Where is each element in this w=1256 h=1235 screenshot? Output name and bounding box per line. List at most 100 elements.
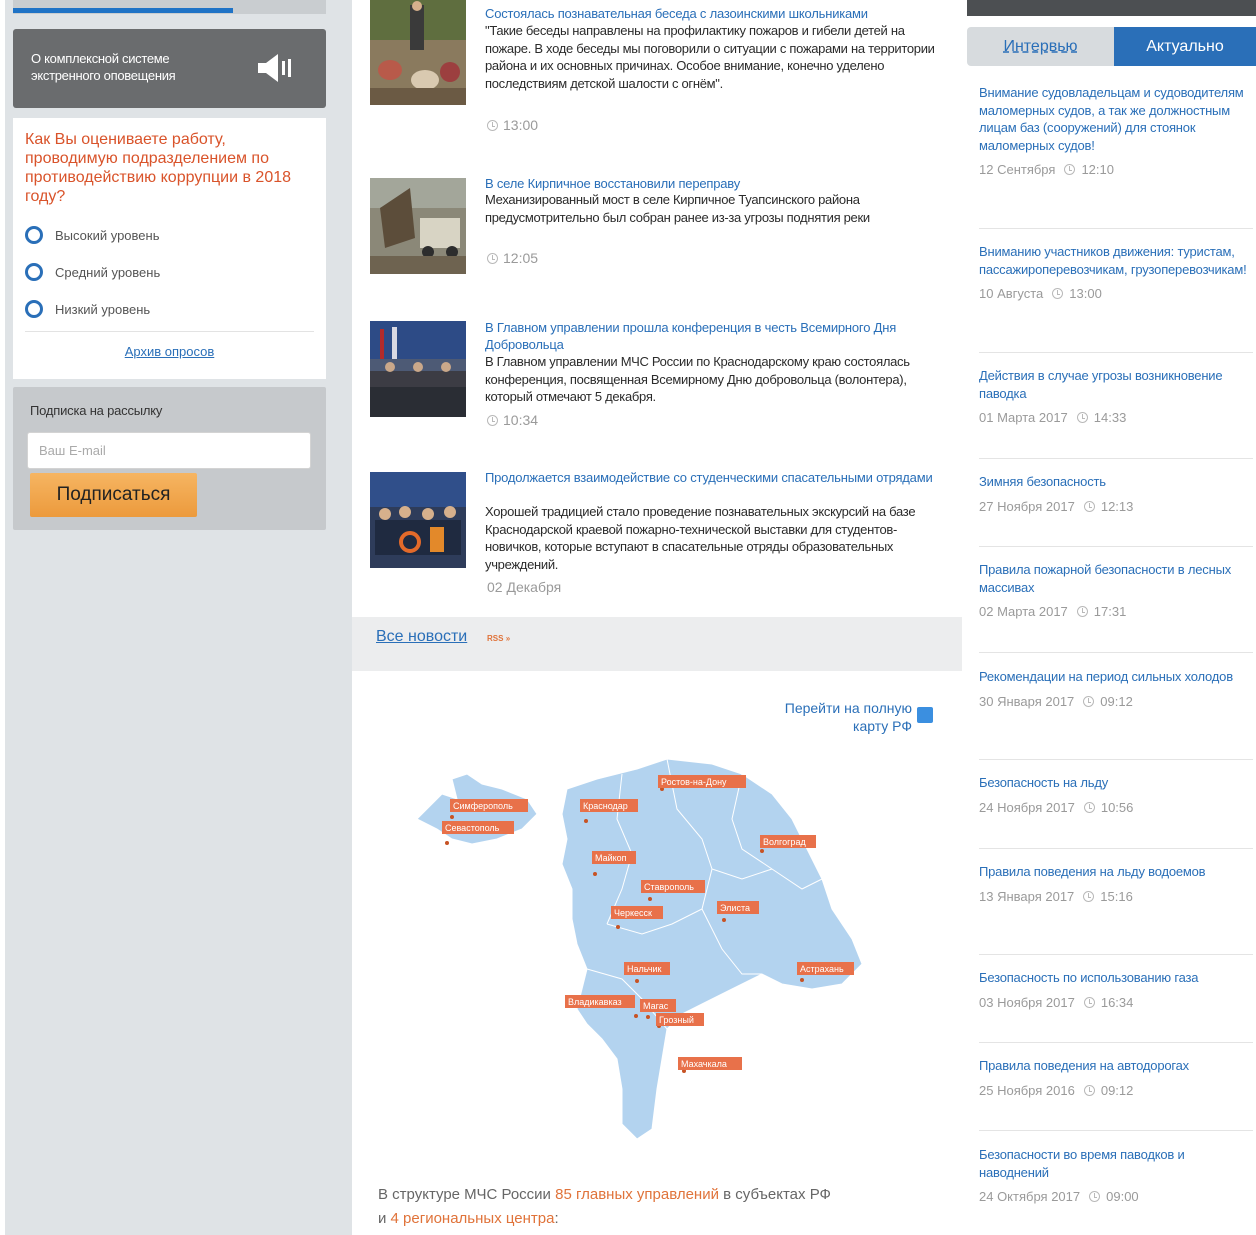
clock-icon (487, 252, 498, 264)
news-title[interactable]: Продолжается взаимодействие со студенчес… (485, 469, 947, 486)
external-link-icon[interactable] (917, 707, 933, 723)
clock-icon (1052, 288, 1064, 299)
rss-label: RSS (487, 634, 504, 643)
actual-item-title[interactable]: Правила поведения на льду водоемов (979, 863, 1249, 881)
truck-bridge-photo-image (370, 178, 466, 274)
news-title[interactable]: Состоялась познавательная беседа с лазои… (485, 5, 947, 22)
date-value: 13 Января 2017 (979, 888, 1075, 904)
time-value: 15:16 (1100, 888, 1133, 904)
actual-item-title[interactable]: Рекомендации на период сильных холодов (979, 668, 1249, 686)
actual-item-date: 24 Октября 2017 09:00 (979, 1189, 1249, 1204)
city-label: Краснодар (583, 801, 628, 811)
actual-item-title[interactable]: Внимание судовладельцам и судоводителям … (979, 84, 1249, 154)
city-label: Махачкала (681, 1059, 727, 1069)
radio-button-icon[interactable] (25, 263, 43, 281)
date-value: 24 Ноября 2017 (979, 799, 1075, 815)
city-label: Черкесск (614, 908, 652, 918)
date-value: 12 Сентября (979, 162, 1056, 177)
news-title[interactable]: В селе Кирпичное восстановили переправу (485, 175, 947, 192)
news-text: Хорошей традицией стало проведение позна… (485, 504, 916, 572)
city-label: Симферополь (453, 801, 513, 811)
time-value: 09:00 (1106, 1189, 1139, 1204)
divider (979, 228, 1253, 229)
city-label: Майкоп (595, 853, 627, 863)
banner-strip[interactable] (13, 0, 326, 14)
actual-item: Безопасность на льду 24 Ноября 2017 10:56 (979, 774, 1249, 815)
time-value: 09:12 (1100, 1082, 1134, 1098)
clock-icon (1089, 1191, 1101, 1202)
city-label: Астрахань (800, 964, 844, 974)
news-thumbnail[interactable] (370, 178, 466, 274)
poll-option-high[interactable]: Высокий уровень (25, 225, 159, 245)
city-makhachkala: Махачкала (678, 1057, 742, 1073)
city-label: Волгоград (763, 837, 806, 847)
divider (979, 848, 1253, 849)
date-value: 10 Августа (979, 286, 1044, 301)
poll-option-medium[interactable]: Средний уровень (25, 262, 160, 282)
clock-icon (1083, 801, 1095, 813)
news-time-value: 12:05 (503, 250, 539, 266)
full-map-link[interactable]: Перейти на полную карту РФ (752, 699, 912, 735)
banner-strip-accent (13, 8, 233, 13)
time-value: 17:31 (1093, 604, 1127, 619)
tab-interview[interactable]: Интервью (967, 27, 1114, 66)
map-panel: Перейти на полную карту РФ Симферополь С… (352, 671, 962, 1235)
news-time: 10:34 (487, 412, 538, 428)
classroom-photo-image (370, 0, 466, 105)
poll-question: Как Вы оцениваете работу, проводимую под… (25, 131, 292, 205)
news-thumbnail[interactable] (370, 321, 466, 417)
date-value: 03 Ноября 2017 (979, 994, 1075, 1010)
actual-item: Вниманию участников движения: туристам, … (979, 243, 1249, 301)
city-grozny: Грозный (656, 1013, 704, 1028)
actual-item-title[interactable]: Правила пожарной безопасности в лесных м… (979, 561, 1249, 596)
emergency-alert-banner[interactable]: О комплексной системе экстренного оповещ… (13, 29, 326, 108)
news-thumbnail[interactable] (370, 0, 466, 105)
poll-option-label: Средний уровень (55, 264, 161, 280)
news-time: 12:05 (487, 250, 538, 266)
rss-link[interactable]: RSS » (487, 634, 510, 643)
actual-item-title[interactable]: Действия в случае угрозы возникновение п… (979, 367, 1249, 402)
all-news-link[interactable]: Все новости (376, 628, 467, 646)
actual-item-date: 03 Ноября 2017 16:34 (979, 995, 1249, 1010)
subscribe-button[interactable]: Подписаться (30, 473, 197, 517)
clock-icon (1083, 1084, 1095, 1096)
poll-option-label: Низкий уровень (55, 301, 151, 317)
news-text: "Такие беседы направлены на профилактику… (485, 23, 935, 91)
actual-item-title[interactable]: Правила поведения на автодорогах (979, 1057, 1249, 1075)
actual-item-title[interactable]: Зимняя безопасность (979, 473, 1249, 491)
clock-icon (487, 414, 498, 426)
actual-item-title[interactable]: Безопасности во время паводков и наводне… (979, 1146, 1249, 1181)
newsletter-subscribe: Подписка на рассылку Подписаться (13, 387, 326, 530)
date-value: 02 Марта 2017 (979, 604, 1068, 619)
actual-item-date: 12 Сентября 12:10 (979, 162, 1249, 177)
footer-part: в субъектах РФ (718, 1186, 831, 1203)
students-photo-image (370, 472, 466, 568)
news-title[interactable]: В Главном управлении прошла конференция … (485, 319, 947, 353)
actual-item-title[interactable]: Вниманию участников движения: туристам, … (979, 243, 1249, 278)
radio-button-icon[interactable] (25, 300, 43, 318)
actual-item: Внимание судовладельцам и судоводителям … (979, 84, 1249, 177)
tab-actual[interactable]: Актуально (1114, 27, 1256, 66)
actual-item: Действия в случае угрозы возникновение п… (979, 367, 1249, 425)
footer-highlight[interactable]: 85 главных управлений (555, 1186, 719, 1203)
actual-item: Безопасности во время паводков и наводне… (979, 1146, 1249, 1204)
actual-item: Правила поведения на автодорогах 25 Нояб… (979, 1057, 1249, 1098)
poll-option-low[interactable]: Низкий уровень (25, 299, 150, 319)
clock-icon (1076, 412, 1088, 423)
city-label: Магас (643, 1001, 669, 1011)
footer-highlight[interactable]: 4 региональных центра (391, 1210, 555, 1227)
actual-item-title[interactable]: Безопасность по использованию газа (979, 969, 1249, 987)
regions-map[interactable]: Симферополь Севастополь Краснодар Ростов… (412, 759, 882, 1159)
news-date: 02 Декабря (487, 579, 562, 595)
city-label: Нальчик (627, 964, 662, 974)
news-text: В Главном управлении МЧС России по Красн… (485, 354, 910, 404)
news-thumbnail[interactable] (370, 472, 466, 568)
divider (979, 1130, 1253, 1131)
radio-button-icon[interactable] (25, 226, 43, 244)
email-field[interactable] (27, 432, 311, 469)
poll-archive-link[interactable]: Архив опросов (13, 344, 326, 359)
actual-item-title[interactable]: Безопасность на льду (979, 774, 1249, 792)
conference-photo-image (370, 321, 466, 417)
left-sidebar: О комплексной системе экстренного оповещ… (0, 0, 352, 1235)
city-label: Владикавказ (568, 997, 622, 1007)
